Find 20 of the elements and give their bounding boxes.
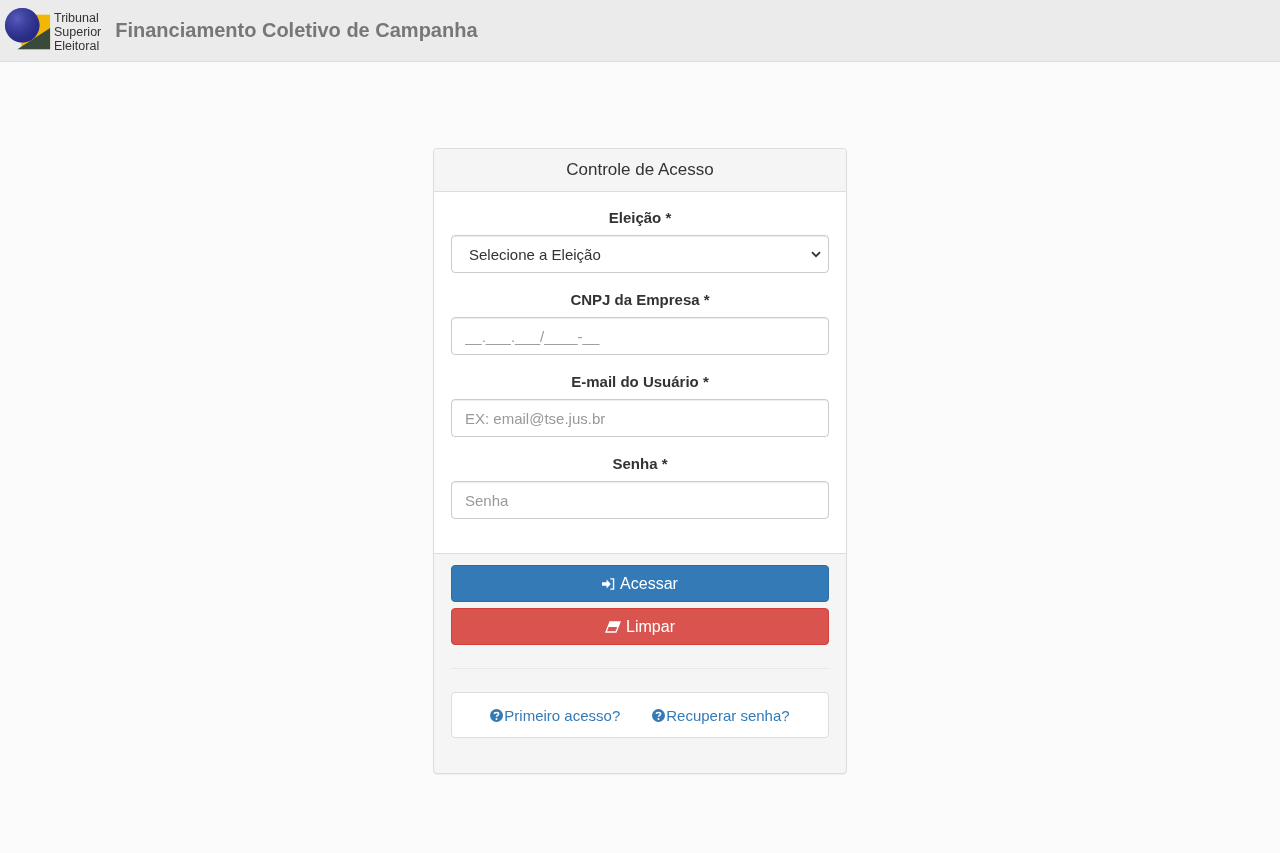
app-title: Financiamento Coletivo de Campanha <box>115 19 478 42</box>
logo-text: Tribunal Superior Eleitoral <box>54 10 102 53</box>
help-link[interactable]: Primeiro acesso? <box>490 706 621 724</box>
election-select[interactable]: Selecione a Eleição <box>451 235 829 273</box>
field-label: E-mail do Usuário * <box>571 372 709 392</box>
password-input[interactable]: Senha <box>451 481 829 519</box>
cnpj-input[interactable]: __.___.___/____-__ <box>451 317 829 355</box>
question-circle-icon <box>490 708 504 722</box>
email-input[interactable]: EX: email@tse.jus.br <box>451 399 829 437</box>
eraser-icon <box>605 620 622 633</box>
sign-in-icon <box>602 577 616 590</box>
question-circle-icon <box>652 708 666 722</box>
panel-title: Controle de Acesso <box>566 160 714 180</box>
chevron-down-icon <box>811 250 821 258</box>
field-label: Senha * <box>612 454 668 474</box>
clear-button[interactable]: Limpar <box>451 608 829 645</box>
help-link[interactable]: Recuperar senha? <box>652 706 790 724</box>
access-button[interactable]: Acessar <box>451 565 829 602</box>
field-label: Eleição * <box>608 208 672 228</box>
field-label: CNPJ da Empresa * <box>570 290 710 310</box>
